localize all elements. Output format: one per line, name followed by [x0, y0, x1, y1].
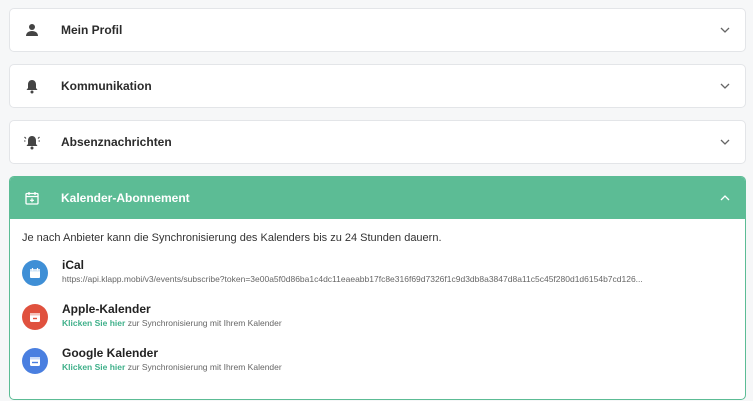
apple-sync-link[interactable]: Klicken Sie hier [62, 318, 125, 328]
sync-info-text: Je nach Anbieter kann die Synchronisieru… [22, 232, 442, 244]
item-name: Google Kalender [62, 346, 159, 360]
bell-ringing-icon [22, 132, 42, 152]
link-suffix: zur Synchronisierung mit Ihrem Kalender [127, 318, 282, 328]
ical-icon [22, 260, 48, 286]
calendar-item-google[interactable]: Google Kalender Klicken Sie hier zur Syn… [22, 346, 733, 390]
google-calendar-icon [22, 348, 48, 374]
item-name: iCal [62, 258, 85, 272]
apple-calendar-icon [22, 304, 48, 330]
kalender-header[interactable]: Kalender-Abonnement [10, 177, 745, 219]
calendar-item-apple[interactable]: Apple-Kalender Klicken Sie hier zur Sync… [22, 302, 733, 346]
google-sync-link[interactable]: Klicken Sie hier [62, 362, 125, 372]
chevron-down-icon[interactable] [719, 136, 731, 148]
section-title: Kalender-Abonnement [61, 191, 190, 205]
person-icon [22, 20, 42, 40]
settings-page: Mein Profil Kommunikation Absenznachrich… [0, 0, 753, 401]
bell-icon [22, 76, 42, 96]
section-kalender-abonnement: Kalender-Abonnement Je nach Anbieter kan… [9, 176, 746, 400]
item-description: Klicken Sie hier zur Synchronisierung mi… [62, 361, 282, 374]
item-name: Apple-Kalender [62, 302, 151, 316]
section-mein-profil[interactable]: Mein Profil [9, 8, 746, 52]
ical-url[interactable]: https://api.klapp.mobi/v3/events/subscri… [62, 273, 643, 286]
section-title: Mein Profil [61, 23, 123, 37]
chevron-down-icon[interactable] [719, 80, 731, 92]
link-suffix: zur Synchronisierung mit Ihrem Kalender [127, 362, 282, 372]
section-title: Kommunikation [61, 79, 152, 93]
chevron-up-icon[interactable] [719, 192, 731, 204]
chevron-down-icon[interactable] [719, 24, 731, 36]
section-kommunikation[interactable]: Kommunikation [9, 64, 746, 108]
calendar-add-icon [22, 188, 42, 208]
section-title: Absenznachrichten [61, 135, 172, 149]
calendar-item-ical[interactable]: iCal https://api.klapp.mobi/v3/events/su… [22, 258, 733, 302]
section-absenznachrichten[interactable]: Absenznachrichten [9, 120, 746, 164]
item-description: Klicken Sie hier zur Synchronisierung mi… [62, 317, 282, 330]
